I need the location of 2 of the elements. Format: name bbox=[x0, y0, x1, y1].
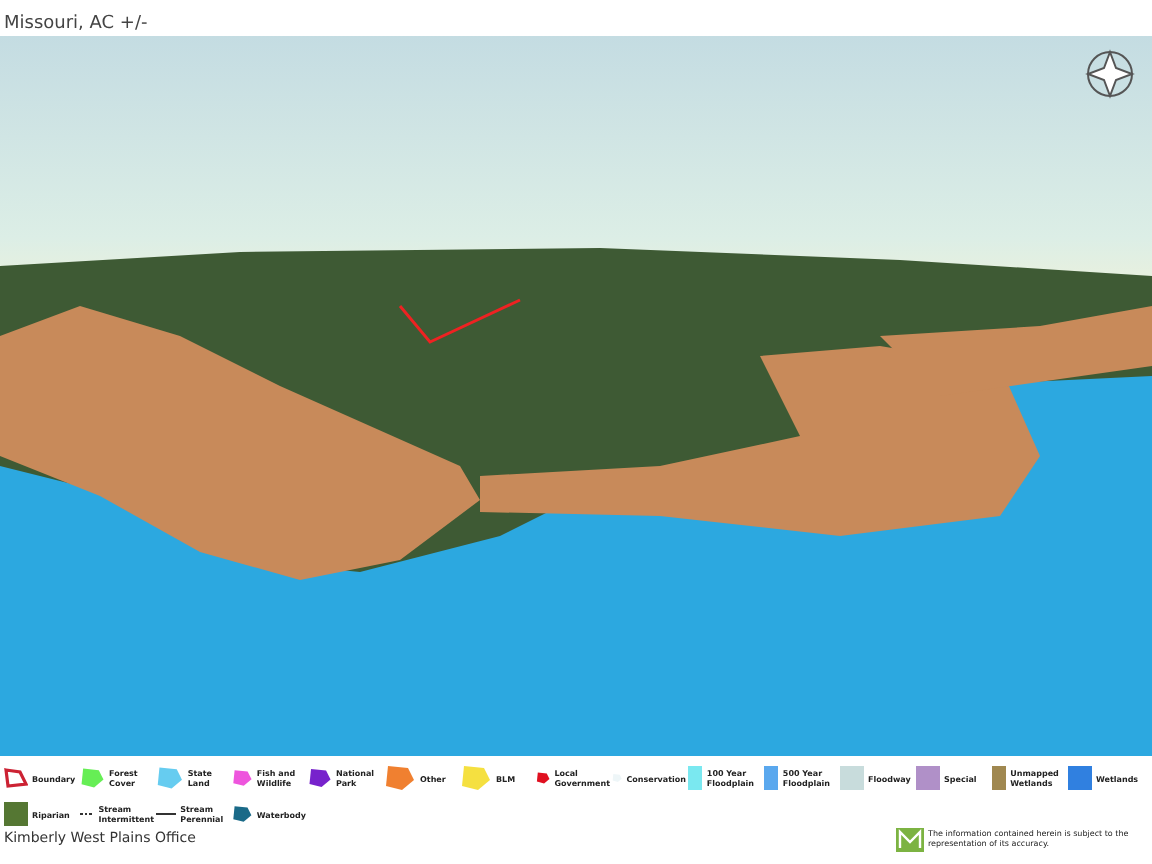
logo-icon bbox=[896, 828, 924, 852]
location-text: Missouri, AC +/- bbox=[4, 14, 148, 36]
